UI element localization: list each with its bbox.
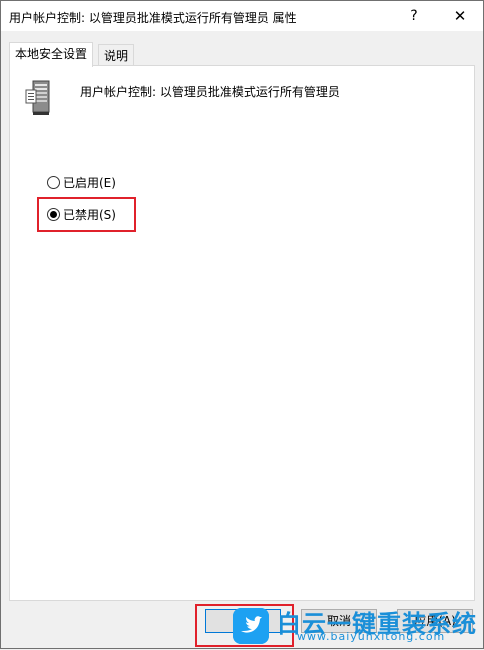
tab-local-security-setting[interactable]: 本地安全设置: [9, 42, 94, 67]
close-button[interactable]: ✕: [437, 1, 483, 31]
radio-enabled-circle[interactable]: [47, 176, 60, 189]
watermark-url: www.baiyunxitong.com: [297, 630, 446, 643]
tab-panel: 用户帐户控制: 以管理员批准模式运行所有管理员 已启用(E) 已禁用(S): [9, 65, 475, 601]
watermark: 白云一键重装系统 www.baiyunxitong.com: [233, 604, 484, 650]
server-policy-icon: [25, 80, 50, 115]
properties-dialog: 用户帐户控制: 以管理员批准模式运行所有管理员 属性 ? ✕ 本地安全设置 说明…: [0, 0, 484, 649]
bird-logo-icon: [233, 608, 269, 644]
title-bar: 用户帐户控制: 以管理员批准模式运行所有管理员 属性 ? ✕: [1, 1, 483, 31]
help-button[interactable]: ?: [391, 1, 437, 31]
highlight-box-disabled-option: [37, 197, 136, 232]
radio-enabled[interactable]: 已启用(E): [47, 174, 116, 192]
policy-title: 用户帐户控制: 以管理员批准模式运行所有管理员: [80, 85, 340, 99]
window-title: 用户帐户控制: 以管理员批准模式运行所有管理员 属性: [9, 11, 297, 25]
radio-enabled-label: 已启用(E): [63, 176, 116, 190]
tab-explain[interactable]: 说明: [98, 44, 135, 67]
